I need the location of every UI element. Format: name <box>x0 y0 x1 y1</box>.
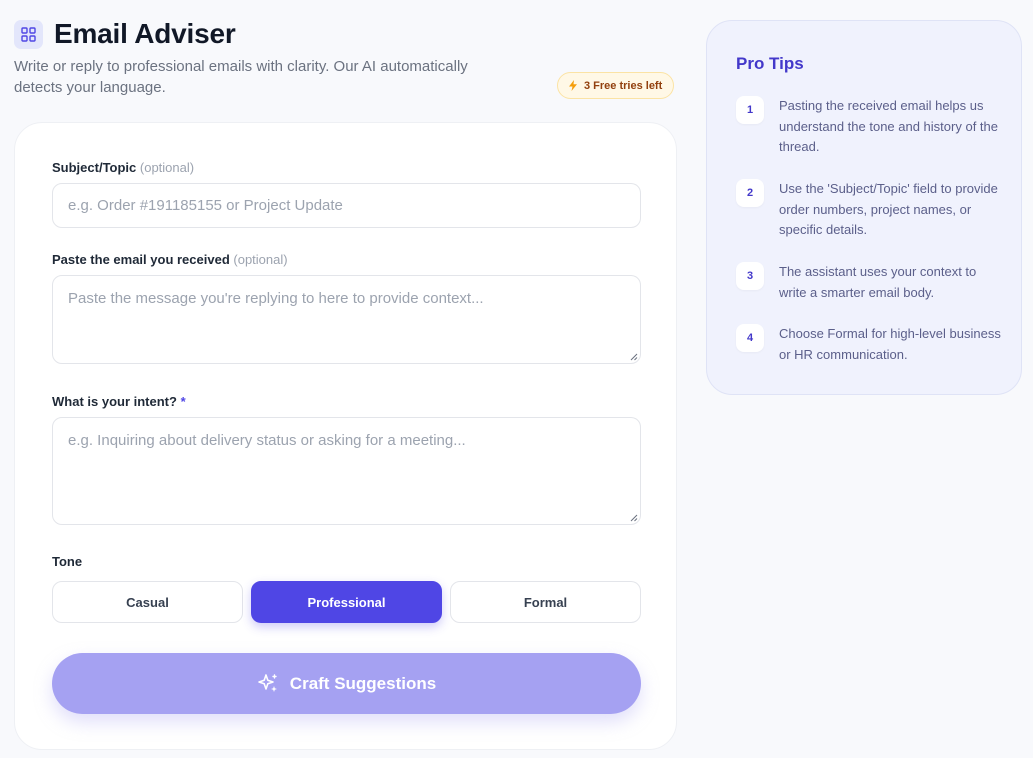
received-email-label-text: Paste the email you received <box>52 252 230 267</box>
tip-text: Choose Formal for high-level business or… <box>779 326 1001 362</box>
tip-item: 1 Pasting the received email helps us un… <box>736 96 1006 158</box>
subject-placeholder: e.g. Order #191185155 or Project Update <box>68 197 343 214</box>
free-tries-badge: 3 Free tries left <box>557 72 675 99</box>
grid-icon <box>14 19 43 49</box>
page-title: Email Adviser <box>54 18 236 49</box>
page-header: Email Adviser Write or reply to professi… <box>14 18 684 99</box>
tip-number: 4 <box>736 324 764 352</box>
craft-suggestions-label: Craft Suggestions <box>289 673 437 693</box>
required-marker: * <box>180 394 186 409</box>
tone-casual-button[interactable]: Casual <box>52 581 243 623</box>
craft-suggestions-button[interactable]: Craft Suggestions <box>52 653 641 714</box>
email-form-card: Subject/Topic (optional) e.g. Order #191… <box>14 122 677 750</box>
tone-formal-button[interactable]: Formal <box>450 581 641 623</box>
tip-number: 3 <box>736 262 764 290</box>
lightning-icon <box>568 80 578 91</box>
received-email-label: Paste the email you received (optional) <box>52 252 288 267</box>
pro-tips-title: Pro Tips <box>736 54 804 73</box>
intent-label: What is your intent? * <box>52 394 186 409</box>
tip-item: 4 Choose Formal for high-level business … <box>736 324 1006 365</box>
tip-text: The assistant uses your context to write… <box>779 264 977 300</box>
sparkle-icon <box>257 673 279 695</box>
tip-item: 2 Use the 'Subject/Topic' field to provi… <box>736 179 1006 241</box>
tip-number: 1 <box>736 96 764 124</box>
subject-input[interactable]: e.g. Order #191185155 or Project Update <box>52 183 641 228</box>
tip-text: Use the 'Subject/Topic' field to provide… <box>779 181 998 237</box>
tone-selector: Casual Professional Formal <box>52 581 641 623</box>
resize-handle-icon[interactable] <box>630 514 638 522</box>
intent-textarea[interactable]: e.g. Inquiring about delivery status or … <box>52 417 641 525</box>
subject-label-text: Subject/Topic <box>52 160 137 175</box>
received-email-textarea[interactable]: Paste the message you're replying to her… <box>52 275 641 364</box>
received-email-optional-hint: (optional) <box>233 252 288 267</box>
pro-tips-panel: Pro Tips 1 Pasting the received email he… <box>706 20 1022 395</box>
intent-label-text: What is your intent? <box>52 394 177 409</box>
tone-label: Tone <box>52 554 83 569</box>
resize-handle-icon[interactable] <box>630 353 638 361</box>
subject-optional-hint: (optional) <box>139 160 195 175</box>
intent-placeholder: e.g. Inquiring about delivery status or … <box>68 432 466 449</box>
tip-number: 2 <box>736 179 764 207</box>
tone-professional-button[interactable]: Professional <box>251 581 442 623</box>
tip-text: Pasting the received email helps us unde… <box>779 98 998 154</box>
subject-label: Subject/Topic (optional) <box>52 160 194 175</box>
page-subtitle: Write or reply to professional emails wi… <box>14 58 468 96</box>
tip-item: 3 The assistant uses your context to wri… <box>736 262 1006 303</box>
received-email-placeholder: Paste the message you're replying to her… <box>68 290 484 307</box>
free-tries-text: 3 Free tries left <box>584 79 663 92</box>
